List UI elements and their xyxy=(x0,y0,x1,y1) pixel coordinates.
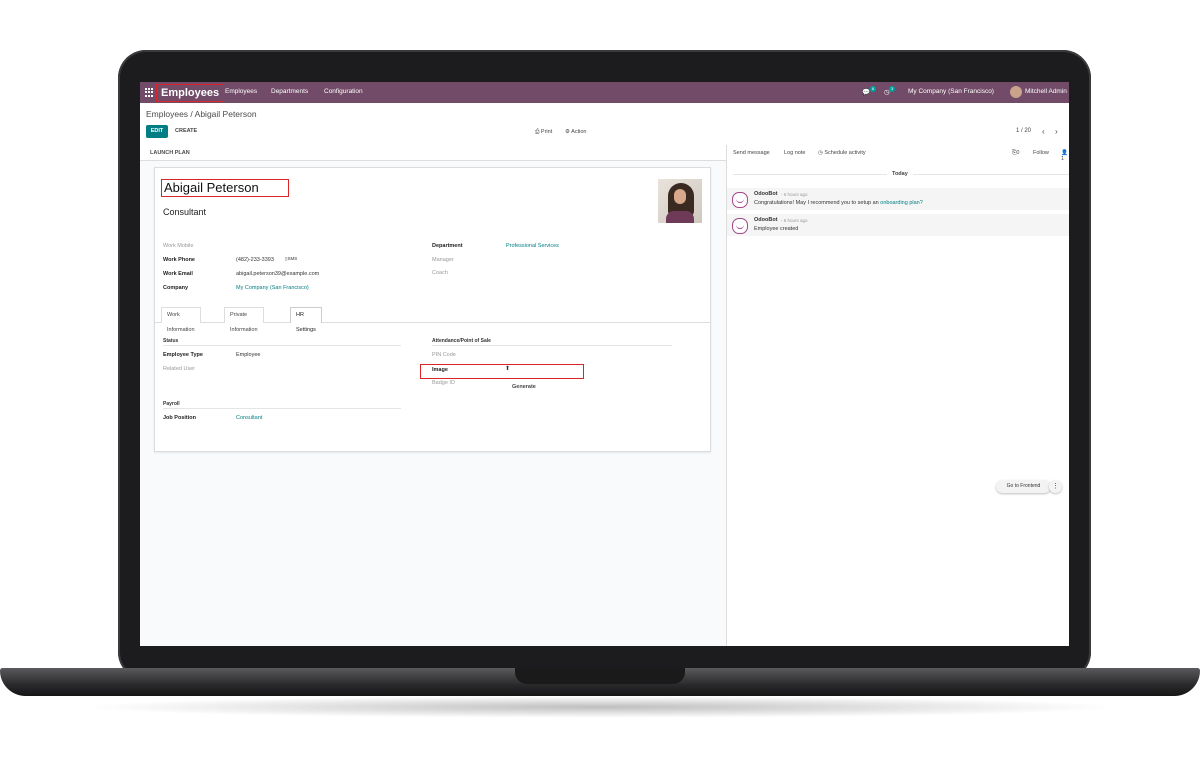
laptop-shadow xyxy=(80,696,1120,718)
company-label: Company xyxy=(163,285,189,291)
pager-next-icon[interactable]: › xyxy=(1055,127,1058,136)
activities-badge: 3 xyxy=(889,86,895,92)
message-body: Congratulations! May I recommend you to … xyxy=(754,200,923,206)
schedule-activity-button[interactable]: ◷ Schedule activity xyxy=(818,150,866,156)
odoobot-avatar xyxy=(732,192,748,208)
payroll-section-title: Payroll xyxy=(163,401,180,407)
chatter-message: OdooBot - 6 hours ago Congratulations! M… xyxy=(727,188,1069,210)
menu-departments[interactable]: Departments xyxy=(271,88,308,95)
coach-label: Coach xyxy=(432,270,448,276)
form-sheet: Abigail Peterson Consultant Work Mobile … xyxy=(154,167,711,452)
message-author[interactable]: OdooBot xyxy=(754,217,778,223)
sms-button[interactable]: ▯SMS xyxy=(285,256,297,262)
message-time: - 6 hours ago xyxy=(781,192,808,197)
work-phone-label: Work Phone xyxy=(163,257,195,263)
tab-hr-settings[interactable]: HR Settings xyxy=(290,307,322,333)
attendance-section-title: Attendance/Point of Sale xyxy=(432,338,491,344)
employee-type-label: Employee Type xyxy=(163,352,203,358)
employee-type-value[interactable]: Employee xyxy=(236,352,260,358)
pager-previous-icon[interactable]: ‹ xyxy=(1042,127,1045,136)
message-author[interactable]: OdooBot xyxy=(754,191,778,197)
print-button[interactable]: ⎙ Print xyxy=(535,129,552,136)
onboarding-plan-link[interactable]: onboarding plan? xyxy=(880,200,923,206)
message-body: Employee created xyxy=(754,226,799,232)
laptop-notch xyxy=(515,668,685,684)
message-time: - 6 hours ago xyxy=(781,218,808,223)
work-phone-value[interactable]: (482)-233-3393 xyxy=(236,257,274,263)
company-value[interactable]: My Company (San Francisco) xyxy=(236,285,309,291)
job-position-value[interactable]: Consultant xyxy=(236,415,262,421)
employee-name[interactable]: Abigail Peterson xyxy=(161,179,289,197)
edit-button[interactable]: EDIT xyxy=(146,125,168,138)
apps-menu-icon[interactable] xyxy=(145,88,154,97)
employee-photo[interactable] xyxy=(658,179,702,223)
menu-configuration[interactable]: Configuration xyxy=(324,88,363,95)
form-view: LAUNCH PLAN Abigail Peterson Consultant … xyxy=(140,145,726,646)
company-switcher[interactable]: My Company (San Francisco) xyxy=(908,88,994,95)
employee-job-title[interactable]: Consultant xyxy=(163,207,206,217)
attachments-button[interactable]: ⎘0 xyxy=(1012,150,1019,157)
app-screen: Employees Employees Departments Configur… xyxy=(140,82,1069,646)
messages-icon[interactable]: 💬 xyxy=(862,88,870,96)
attendance-divider xyxy=(432,345,672,346)
department-value[interactable]: Professional Services xyxy=(506,243,559,249)
chatter-message: OdooBot - 6 hours ago Employee created xyxy=(727,214,1069,236)
more-options-icon[interactable]: ⋮ xyxy=(1049,480,1062,493)
followers-count: 1 xyxy=(1061,156,1065,162)
pager-value[interactable]: 1 / 20 xyxy=(1016,128,1031,134)
work-email-label: Work Email xyxy=(163,271,193,277)
work-email-value[interactable]: abigail.peterson39@example.com xyxy=(236,271,319,277)
today-label: Today xyxy=(887,171,913,177)
pin-code-label: PIN Code xyxy=(432,352,456,358)
attachments-count: 0 xyxy=(1016,150,1020,156)
tab-work-information[interactable]: Work Information xyxy=(161,307,201,333)
create-button[interactable]: CREATE xyxy=(175,125,197,138)
follow-button[interactable]: Follow xyxy=(1033,150,1049,156)
send-message-button[interactable]: Send message xyxy=(733,150,770,156)
upload-icon[interactable]: ⬆ xyxy=(505,365,510,372)
job-position-label: Job Position xyxy=(163,415,196,421)
top-navbar: Employees Employees Departments Configur… xyxy=(140,82,1069,103)
action-button[interactable]: ⚙ Action xyxy=(565,129,586,135)
messages-badge: 8 xyxy=(870,86,876,92)
status-section-title: Status xyxy=(163,338,179,344)
badge-id-label: Badge ID xyxy=(432,380,455,386)
image-label: Image xyxy=(432,367,448,373)
breadcrumb[interactable]: Employees / Abigail Peterson xyxy=(146,109,257,119)
tab-private-information[interactable]: Private Information xyxy=(224,307,264,333)
related-user-label: Related User xyxy=(163,366,196,372)
payroll-divider xyxy=(163,408,401,409)
app-title[interactable]: Employees xyxy=(156,84,225,102)
control-panel: Employees / Abigail Peterson EDIT CREATE… xyxy=(140,103,1069,146)
odoobot-avatar xyxy=(732,218,748,234)
manager-label: Manager xyxy=(432,257,454,263)
launch-plan-button[interactable]: LAUNCH PLAN xyxy=(150,150,190,156)
followers-button[interactable]: 👤1 xyxy=(1061,150,1069,162)
user-avatar[interactable] xyxy=(1010,86,1022,98)
department-label: Department xyxy=(432,243,463,249)
chatter-panel: Send message Log note ◷ Schedule activit… xyxy=(726,145,1069,646)
generate-button[interactable]: Generate xyxy=(512,384,536,390)
user-menu[interactable]: Mitchell Admin xyxy=(1025,88,1067,95)
status-divider xyxy=(163,345,401,346)
work-mobile-label: Work Mobile xyxy=(163,243,194,249)
log-note-button[interactable]: Log note xyxy=(784,150,805,156)
sms-label: SMS xyxy=(287,256,298,261)
go-to-frontend-button[interactable]: Go to Frontend xyxy=(996,480,1051,493)
menu-employees[interactable]: Employees xyxy=(225,88,257,95)
form-statusbar: LAUNCH PLAN xyxy=(140,145,726,161)
